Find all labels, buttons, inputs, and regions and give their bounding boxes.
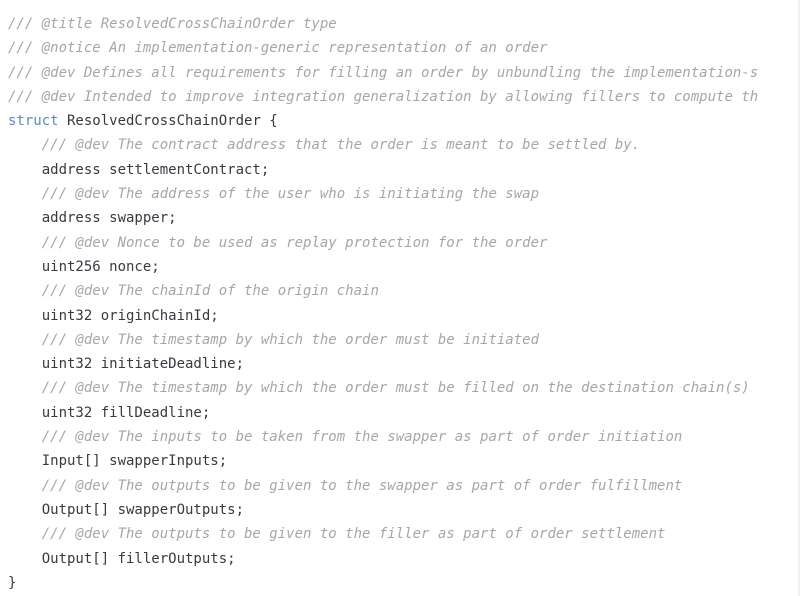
code-line: Output[] swapperOutputs;	[8, 498, 758, 522]
code-text: uint32 originChainId;	[41, 307, 219, 324]
code-line: uint32 fillDeadline;	[8, 401, 758, 425]
code-comment: /// @dev The timestamp by which the orde…	[41, 380, 750, 397]
code-comment: /// @dev Intended to improve integration…	[8, 88, 759, 105]
code-comment: /// @dev The timestamp by which the orde…	[41, 331, 540, 348]
code-comment: /// @dev Defines all requirements for fi…	[8, 64, 759, 81]
code-comment: /// @notice An implementation-generic re…	[8, 40, 548, 57]
code-line: /// @dev The address of the user who is …	[8, 182, 758, 206]
code-line: Input[] swapperInputs;	[8, 449, 758, 473]
code-comment: /// @dev Nonce to be used as replay prot…	[41, 234, 548, 251]
code-line: struct ResolvedCrossChainOrder {	[8, 109, 758, 133]
code-line: uint256 nonce;	[8, 255, 758, 279]
code-comment: /// @dev The outputs to be given to the …	[41, 477, 683, 494]
code-line: /// @dev The outputs to be given to the …	[8, 474, 758, 498]
code-line: Output[] fillerOutputs;	[8, 547, 758, 571]
code-line: uint32 originChainId;	[8, 304, 758, 328]
code-line: /// @dev The timestamp by which the orde…	[8, 328, 758, 352]
code-comment: /// @dev The address of the user who is …	[41, 186, 540, 203]
code-text: ResolvedCrossChainOrder {	[58, 113, 278, 130]
code-content[interactable]: /// @title ResolvedCrossChainOrder type /…	[0, 0, 758, 595]
code-comment: /// @dev The chainId of the origin chain	[41, 283, 379, 300]
code-text: Output[] swapperOutputs;	[41, 501, 245, 518]
code-comment: /// @dev The contract address that the o…	[41, 137, 641, 154]
code-text: Input[] swapperInputs;	[41, 453, 228, 470]
code-line: /// @dev The timestamp by which the orde…	[8, 376, 758, 400]
code-text: address settlementContract;	[41, 161, 270, 178]
code-line: /// @dev The contract address that the o…	[8, 133, 758, 157]
code-line: address swapper;	[8, 206, 758, 230]
code-text: address swapper;	[41, 210, 177, 227]
code-line: /// @dev The chainId of the origin chain	[8, 279, 758, 303]
code-text: uint32 fillDeadline;	[41, 404, 211, 421]
code-line: /// @dev Defines all requirements for fi…	[8, 61, 758, 85]
code-line: /// @title ResolvedCrossChainOrder type	[8, 12, 758, 36]
code-line: /// @dev The outputs to be given to the …	[8, 522, 758, 546]
code-line: /// @notice An implementation-generic re…	[8, 36, 758, 60]
code-line: /// @dev The inputs to be taken from the…	[8, 425, 758, 449]
code-text: }	[8, 574, 17, 591]
code-comment: /// @title ResolvedCrossChainOrder type	[8, 16, 337, 32]
code-line: }	[8, 571, 758, 595]
code-comment: /// @dev The inputs to be taken from the…	[41, 429, 683, 446]
code-text: Output[] fillerOutputs;	[41, 550, 236, 567]
code-viewer: /// @title ResolvedCrossChainOrder type /…	[0, 0, 800, 596]
code-text: uint32 initiateDeadline;	[41, 356, 245, 373]
code-line: /// @dev Intended to improve integration…	[8, 85, 758, 109]
code-keyword: struct	[8, 113, 59, 130]
code-line: address settlementContract;	[8, 158, 758, 182]
code-line: uint32 initiateDeadline;	[8, 352, 758, 376]
code-comment: /// @dev The outputs to be given to the …	[41, 526, 666, 543]
code-text: uint256 nonce;	[41, 258, 160, 275]
code-line: /// @dev Nonce to be used as replay prot…	[8, 231, 758, 255]
